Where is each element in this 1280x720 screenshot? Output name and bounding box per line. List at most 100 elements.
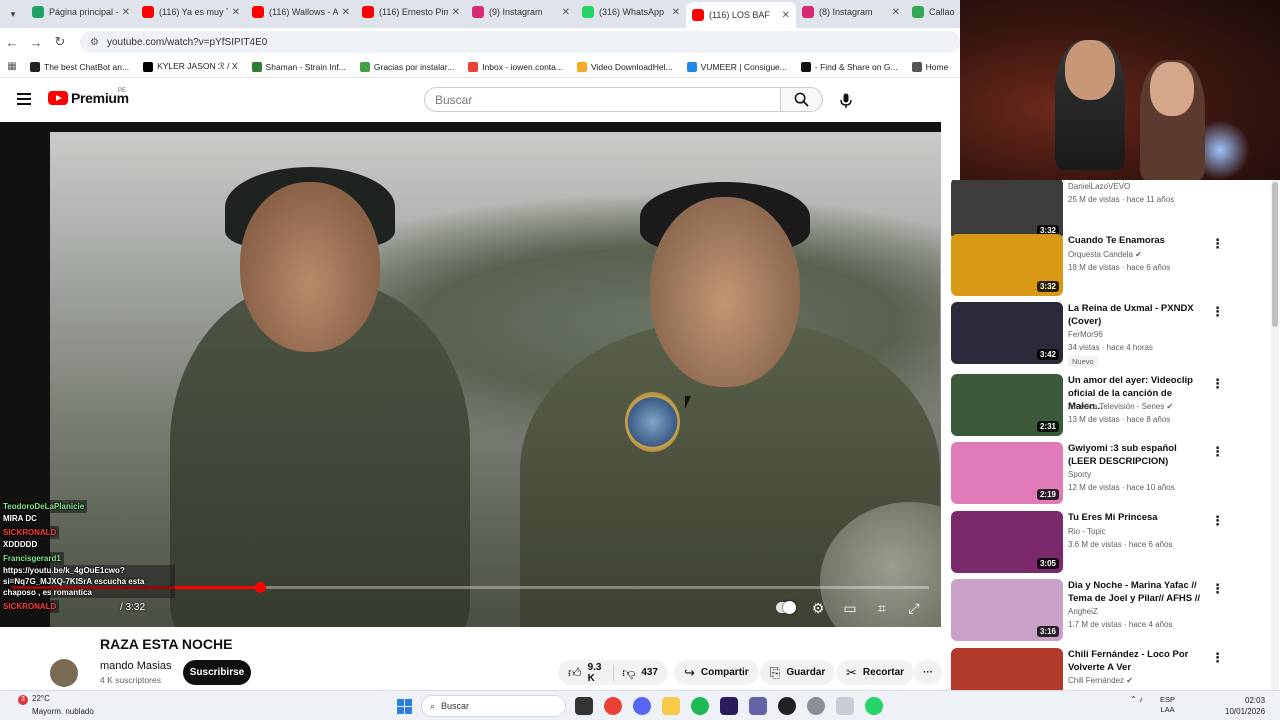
recommended-title[interactable]: Gwiyomi :3 sub español (LEER DESCRIPCION… bbox=[1068, 442, 1202, 468]
site-info-icon[interactable]: ⚙ bbox=[90, 37, 99, 48]
progress-scrubber[interactable] bbox=[254, 582, 266, 593]
theater-mode-icon[interactable]: ▭ bbox=[841, 600, 859, 616]
video-thumbnail[interactable] bbox=[951, 648, 1063, 690]
close-icon[interactable]: ✕ bbox=[672, 7, 680, 18]
recommended-video[interactable]: Chili Fernández - Loco Por Volverte A Ve… bbox=[950, 648, 1270, 690]
video-thumbnail[interactable]: 3:32 bbox=[951, 234, 1063, 296]
bookmark-item[interactable]: Gracias por instalar... bbox=[359, 61, 454, 72]
browser-tab[interactable]: (116) LOS BAF ✕ bbox=[686, 2, 796, 28]
recommended-video[interactable]: 3:42 La Reina de Uxmal - PXNDX (Cover) Fer… bbox=[950, 302, 1270, 368]
recommended-title[interactable]: La Reina de Uxmal - PXNDX (Cover) bbox=[1068, 302, 1202, 328]
teams-icon[interactable] bbox=[749, 697, 767, 715]
back-icon[interactable]: ← bbox=[0, 35, 24, 50]
more-vert-icon[interactable]: ⋮ bbox=[1211, 236, 1224, 252]
reload-icon[interactable]: ↻ bbox=[48, 34, 72, 50]
chrome-icon[interactable] bbox=[604, 697, 622, 715]
youtube-logo[interactable]: Premium PE bbox=[48, 88, 129, 106]
browser-tab[interactable]: (8) Instagram ✕ bbox=[796, 0, 906, 24]
dislike-count[interactable]: 437 bbox=[641, 667, 658, 678]
recommended-video[interactable]: 2:19 Gwiyomi :3 sub español (LEER DESCRIP… bbox=[950, 442, 1270, 508]
recommended-title[interactable]: Tu Eres Mi Princesa bbox=[1068, 511, 1202, 524]
close-icon[interactable]: ✕ bbox=[452, 7, 460, 18]
windows-start-icon[interactable] bbox=[397, 699, 412, 714]
bookmark-item[interactable]: Video DownloadHel... bbox=[576, 61, 673, 72]
recommended-channel[interactable]: Rio - Topic bbox=[1068, 527, 1106, 536]
browser-tab[interactable]: (116) Wallows - A ✕ bbox=[246, 0, 356, 24]
fullscreen-icon[interactable]: ⤢ bbox=[905, 600, 923, 616]
recommended-video[interactable]: 3:16 Dia y Noche - Marina Yafac // Tema d… bbox=[950, 579, 1270, 645]
menu-icon[interactable] bbox=[17, 93, 31, 105]
share-button[interactable]: ↪ Compartir bbox=[674, 660, 759, 685]
recommended-video[interactable]: 3:05 Tu Eres Mi Princesa Rio - Topic 3.6 M … bbox=[950, 511, 1270, 577]
browser-tab[interactable]: (316) WhatsApp ✕ bbox=[576, 0, 686, 24]
more-actions-button[interactable]: ··· bbox=[914, 660, 942, 685]
premiere-icon[interactable] bbox=[720, 697, 738, 715]
browser-tab[interactable]: (116) Ernesto Pim ✕ bbox=[356, 0, 466, 24]
recommended-channel[interactable]: América Televisión - Series ✔ bbox=[1068, 402, 1173, 411]
video-thumbnail[interactable]: 2:31 bbox=[951, 374, 1063, 436]
video-thumbnail[interactable]: 3:16 bbox=[951, 579, 1063, 641]
video-thumbnail[interactable]: 3:42 bbox=[951, 302, 1063, 364]
video-thumbnail[interactable]: 3:05 bbox=[951, 511, 1063, 573]
voice-search-button[interactable] bbox=[832, 87, 860, 115]
language-indicator[interactable]: ESP LAA bbox=[1160, 695, 1175, 715]
save-button[interactable]: ⎘ Guardar bbox=[760, 660, 836, 685]
scrollbar-thumb[interactable] bbox=[1272, 182, 1278, 327]
taskbar-search[interactable]: ⌕ Buscar bbox=[421, 695, 566, 717]
close-icon[interactable]: ✕ bbox=[122, 7, 130, 18]
autoplay-toggle[interactable] bbox=[776, 601, 796, 614]
snipping-tool-icon[interactable] bbox=[836, 697, 854, 715]
apps-grid-icon[interactable]: ▦ bbox=[0, 61, 24, 72]
close-icon[interactable]: ✕ bbox=[892, 7, 900, 18]
cast-icon[interactable]: ⌗ bbox=[873, 600, 891, 616]
more-vert-icon[interactable]: ⋮ bbox=[1211, 444, 1224, 460]
tab-search-icon[interactable]: ▾ bbox=[0, 0, 26, 28]
browser-tab[interactable]: Página principal - ✕ bbox=[26, 0, 136, 24]
whatsapp-icon[interactable] bbox=[865, 697, 883, 715]
video-thumbnail[interactable]: 2:19 bbox=[951, 442, 1063, 504]
recommended-channel[interactable]: Orquesta Candela ✔ bbox=[1068, 250, 1142, 259]
bookmark-item[interactable]: Inbox - iowen.conta... bbox=[468, 61, 563, 72]
task-view-icon[interactable] bbox=[575, 697, 593, 715]
close-icon[interactable]: ✕ bbox=[562, 7, 570, 18]
settings-gear-icon[interactable]: ⚙ bbox=[809, 600, 827, 616]
browser-tab[interactable]: (9) Instagram ✕ bbox=[466, 0, 576, 24]
recommended-title[interactable]: Cuando Te Enamoras bbox=[1068, 234, 1202, 247]
clip-button[interactable]: ✂ Recortar bbox=[836, 660, 915, 685]
close-icon[interactable]: ✕ bbox=[342, 7, 350, 18]
thumbs-up-icon[interactable]: 👍︎ bbox=[568, 665, 582, 681]
thumbs-down-icon[interactable]: 👎︎ bbox=[622, 665, 635, 681]
file-explorer-icon[interactable] bbox=[662, 697, 680, 715]
more-vert-icon[interactable]: ⋮ bbox=[1211, 376, 1224, 392]
search-button[interactable] bbox=[781, 87, 823, 112]
bookmark-item[interactable]: VUMEER | Consigue... bbox=[686, 61, 787, 72]
spotify-icon[interactable] bbox=[691, 697, 709, 715]
recommended-channel[interactable]: FerMor96 bbox=[1068, 330, 1103, 339]
close-icon[interactable]: ✕ bbox=[232, 7, 240, 18]
recommended-channel[interactable]: AngheiZ bbox=[1068, 607, 1098, 616]
bookmark-item[interactable]: Home bbox=[911, 61, 948, 72]
clock[interactable]: 02:03 10/01/2026 bbox=[1225, 695, 1265, 717]
recommended-channel[interactable]: DanielLazoVEVO bbox=[1068, 182, 1130, 191]
video-thumbnail[interactable]: 3:32 bbox=[951, 180, 1063, 240]
obs-icon[interactable] bbox=[778, 697, 796, 715]
recommended-channel[interactable]: Chili Fernández ✔ bbox=[1068, 676, 1133, 685]
subscribe-button[interactable]: Suscribirse bbox=[183, 660, 251, 685]
bookmark-item[interactable]: KYLER JASON ℛ / X bbox=[143, 61, 238, 72]
bookmark-item[interactable]: - Find & Share on G... bbox=[800, 61, 898, 72]
like-count[interactable]: 9.3 K bbox=[588, 662, 606, 684]
search-input[interactable]: Buscar bbox=[424, 87, 781, 112]
more-vert-icon[interactable]: ⋮ bbox=[1211, 581, 1224, 597]
close-icon[interactable]: ✕ bbox=[782, 10, 790, 21]
recommended-title[interactable]: Chili Fernández - Loco Por Volverte A Ve… bbox=[1068, 648, 1202, 674]
address-bar[interactable]: ⚙ youtube.com/watch?v=pYfSIPIT4E0 bbox=[80, 31, 960, 53]
recommended-title[interactable]: Dia y Noche - Marina Yafac // Tema de Jo… bbox=[1068, 579, 1202, 605]
recommended-channel[interactable]: Sporty bbox=[1068, 470, 1091, 479]
more-vert-icon[interactable]: ⋮ bbox=[1211, 650, 1224, 666]
settings-icon[interactable] bbox=[807, 697, 825, 715]
more-vert-icon[interactable]: ⋮ bbox=[1211, 304, 1224, 320]
bookmark-item[interactable]: The best ChatBot an... bbox=[30, 61, 129, 72]
system-tray[interactable]: ⌃ ♪ bbox=[1130, 695, 1143, 704]
discord-icon[interactable] bbox=[633, 697, 651, 715]
browser-tab[interactable]: (116) Ya es muy T ✕ bbox=[136, 0, 246, 24]
